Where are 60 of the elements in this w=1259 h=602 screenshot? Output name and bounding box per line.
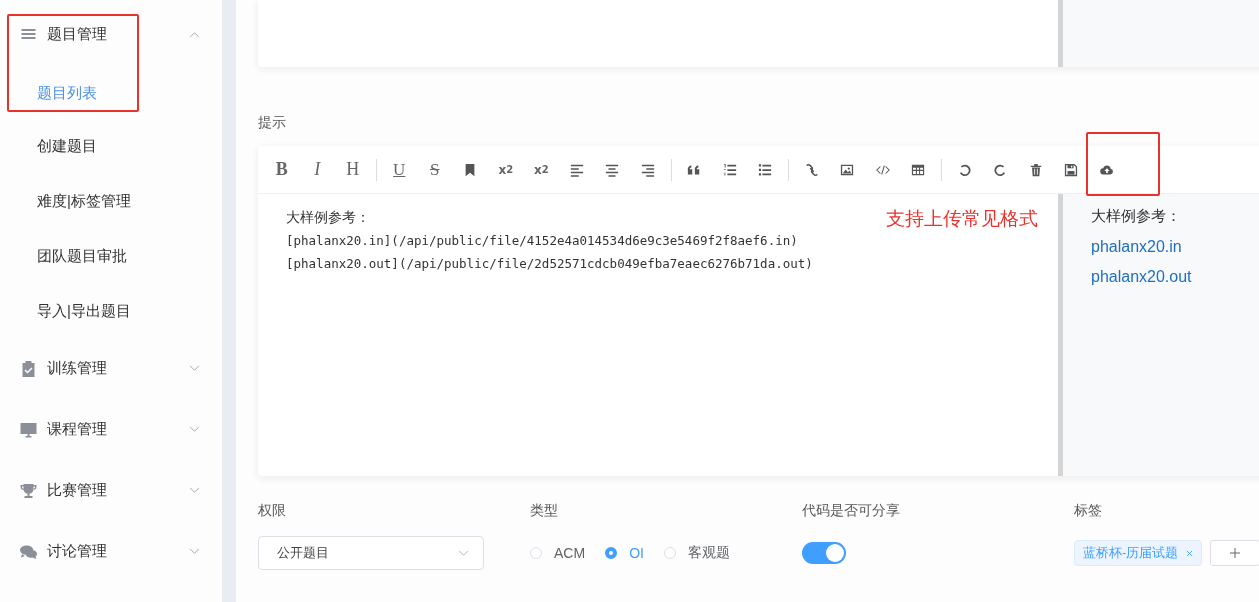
plus-icon bbox=[1230, 548, 1241, 558]
code-line: [phalanx20.out](/api/public/file/2d52571cdcb049efba7eaec6276b71da.out) bbox=[286, 255, 813, 273]
trophy-icon bbox=[20, 482, 37, 499]
menu-icon bbox=[20, 26, 37, 42]
image-icon bbox=[840, 162, 855, 177]
field-label: 提示 bbox=[258, 114, 287, 132]
clipboard-icon bbox=[20, 360, 37, 377]
toolbar-button[interactable]: B bbox=[264, 155, 300, 184]
menu-label: 课程管理 bbox=[47, 420, 107, 439]
toolbar-button[interactable]: S bbox=[417, 155, 453, 184]
field-label: 标签 bbox=[1074, 502, 1103, 520]
toolbar-button[interactable]: H bbox=[335, 155, 371, 184]
redo-icon bbox=[993, 162, 1008, 177]
chevron-down-icon bbox=[189, 548, 200, 555]
menu-label: 讨论管理 bbox=[47, 542, 107, 561]
chevron-down-icon bbox=[189, 426, 200, 433]
trash-icon bbox=[1028, 162, 1043, 177]
preview-text: 大样例参考： bbox=[1091, 207, 1182, 226]
chat-icon bbox=[20, 543, 37, 560]
menu-group[interactable]: 题目管理 bbox=[0, 0, 222, 68]
field-label: 代码是否可分享 bbox=[802, 502, 901, 520]
align-center-icon bbox=[605, 162, 620, 177]
menu-label: 比赛管理 bbox=[47, 481, 107, 500]
permission-select[interactable]: 公开题目 bbox=[258, 536, 484, 570]
menu-group[interactable]: 课程管理 bbox=[0, 399, 222, 460]
radio-label: 客观题 bbox=[687, 544, 730, 562]
code-line: 大样例参考： bbox=[286, 208, 370, 227]
chevron-down-icon bbox=[189, 365, 200, 372]
menu-label: 题目管理 bbox=[47, 24, 107, 44]
chevron-up-icon bbox=[189, 30, 200, 38]
numbered-list-icon bbox=[722, 162, 737, 177]
radio-label: ACM bbox=[554, 545, 586, 561]
tag-label: 蓝桥杯-历届试题 bbox=[1083, 544, 1179, 562]
toolbar-button[interactable]: U bbox=[381, 155, 417, 184]
toolbar-button[interactable]: I bbox=[299, 155, 335, 184]
preview-link[interactable]: phalanx20.in bbox=[1091, 232, 1259, 262]
menu-item[interactable]: 团队题目审批 bbox=[0, 228, 222, 283]
menu-item[interactable]: 难度|标签管理 bbox=[0, 173, 222, 228]
annotation-text: 支持上传常见格式 bbox=[886, 207, 1038, 231]
field-label: 类型 bbox=[530, 502, 559, 520]
undo-icon bbox=[957, 162, 972, 177]
menu-item[interactable]: 导入|导出题目 bbox=[0, 283, 222, 338]
menu-group[interactable]: 训练管理 bbox=[0, 338, 222, 399]
chevron-down-icon bbox=[458, 549, 469, 557]
bullet-list-icon bbox=[758, 162, 773, 177]
align-left-icon bbox=[569, 162, 584, 177]
chevron-down-icon bbox=[189, 487, 200, 494]
menu-group[interactable]: 讨论管理 bbox=[0, 521, 222, 582]
table-icon bbox=[911, 162, 926, 177]
align-right-icon bbox=[640, 162, 655, 177]
menu-label: 训练管理 bbox=[47, 359, 107, 378]
monitor-icon bbox=[20, 421, 37, 438]
field-label: 权限 bbox=[258, 502, 287, 520]
radio-button[interactable] bbox=[605, 547, 618, 559]
preview-link[interactable]: phalanx20.out bbox=[1091, 262, 1259, 292]
menu-item[interactable]: 创建题目 bbox=[0, 118, 222, 173]
menu-group[interactable]: 比赛管理 bbox=[0, 460, 222, 521]
code-line: [phalanx20.in](/api/public/file/4152e4a014534d6e9c3e5469f2f8aef6.in) bbox=[286, 232, 798, 250]
radio-label: OI bbox=[629, 545, 644, 561]
toggle-switch[interactable] bbox=[802, 542, 846, 564]
